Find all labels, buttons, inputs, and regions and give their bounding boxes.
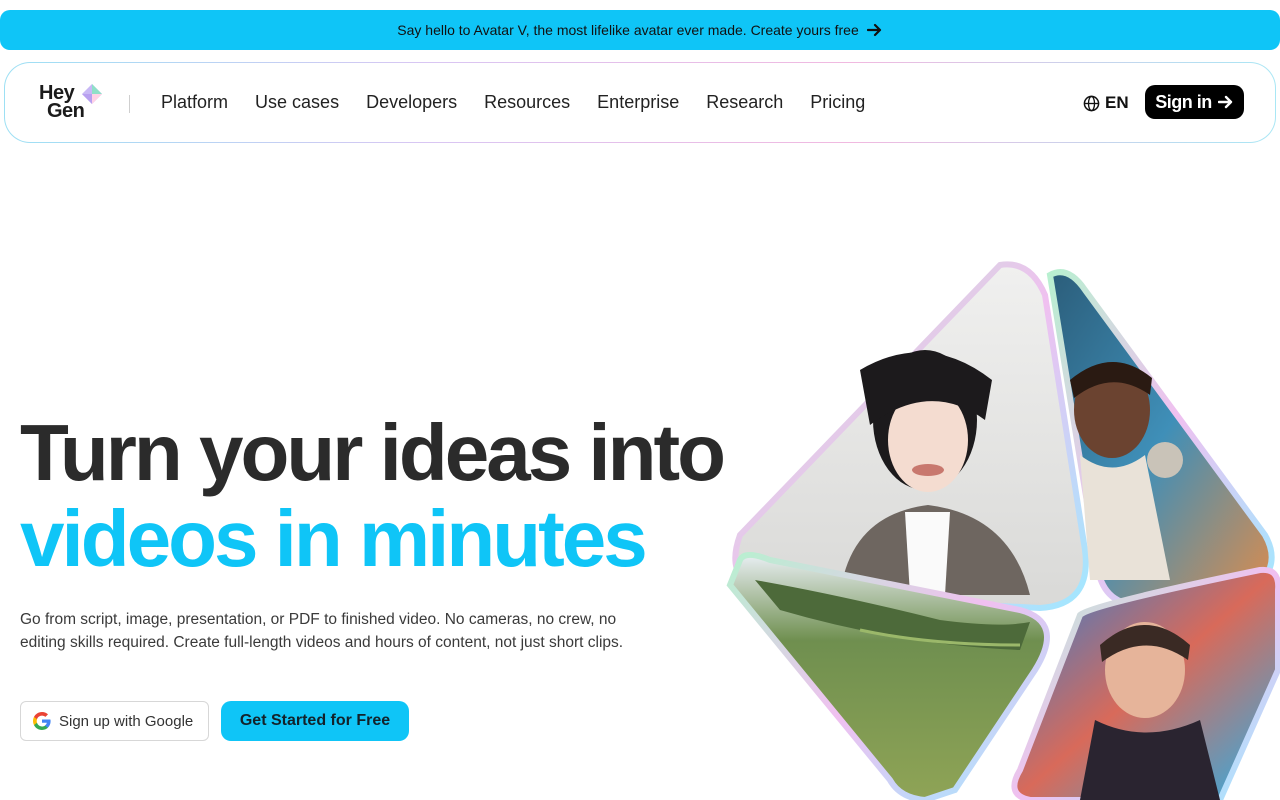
signin-button[interactable]: Sign in — [1145, 85, 1244, 119]
nav-link-platform[interactable]: Platform — [161, 91, 228, 113]
heygen-logo[interactable]: Hey Gen — [39, 81, 103, 123]
top-navigation: Hey Gen Platform Use cases Developers Re… — [4, 62, 1276, 143]
hero-title: Turn your ideas into videos in minutes — [20, 408, 726, 583]
google-icon — [33, 712, 51, 730]
google-button-label: Sign up with Google — [59, 712, 194, 730]
nav-link-use-cases[interactable]: Use cases — [255, 91, 339, 113]
logo-text-gen: Gen — [47, 100, 85, 122]
nav-link-developers[interactable]: Developers — [366, 91, 457, 113]
hero-subtitle: Go from script, image, presentation, or … — [20, 611, 624, 651]
nav-link-pricing[interactable]: Pricing — [810, 91, 865, 113]
hero-title-line1: Turn your ideas into — [20, 408, 726, 497]
get-started-label: Get Started for Free — [239, 712, 391, 729]
google-signup-button[interactable]: Sign up with Google — [20, 701, 209, 741]
nav-link-research[interactable]: Research — [706, 91, 783, 113]
hero-visual — [726, 261, 1280, 800]
arrow-right-icon — [1217, 95, 1232, 109]
nav-links: Platform Use cases Developers Resources … — [161, 91, 892, 113]
nav-link-resources[interactable]: Resources — [484, 91, 570, 113]
language-label: EN — [1105, 93, 1129, 112]
signin-label: Sign in — [1155, 91, 1212, 112]
hero-title-line2: videos in minutes — [20, 494, 648, 583]
announcement-bar[interactable]: Say hello to Avatar V, the most lifelike… — [0, 10, 1280, 50]
get-started-button[interactable]: Get Started for Free — [221, 701, 409, 741]
page: Say hello to Avatar V, the most lifelike… — [0, 0, 1280, 800]
announcement-text: Say hello to Avatar V, the most lifelike… — [397, 22, 859, 38]
nav-divider — [129, 95, 130, 113]
language-selector[interactable]: EN — [1083, 93, 1129, 113]
nav-link-enterprise[interactable]: Enterprise — [597, 91, 679, 113]
globe-icon — [1083, 95, 1100, 111]
arrow-right-icon — [866, 23, 881, 37]
logo-mark-icon — [82, 84, 102, 104]
